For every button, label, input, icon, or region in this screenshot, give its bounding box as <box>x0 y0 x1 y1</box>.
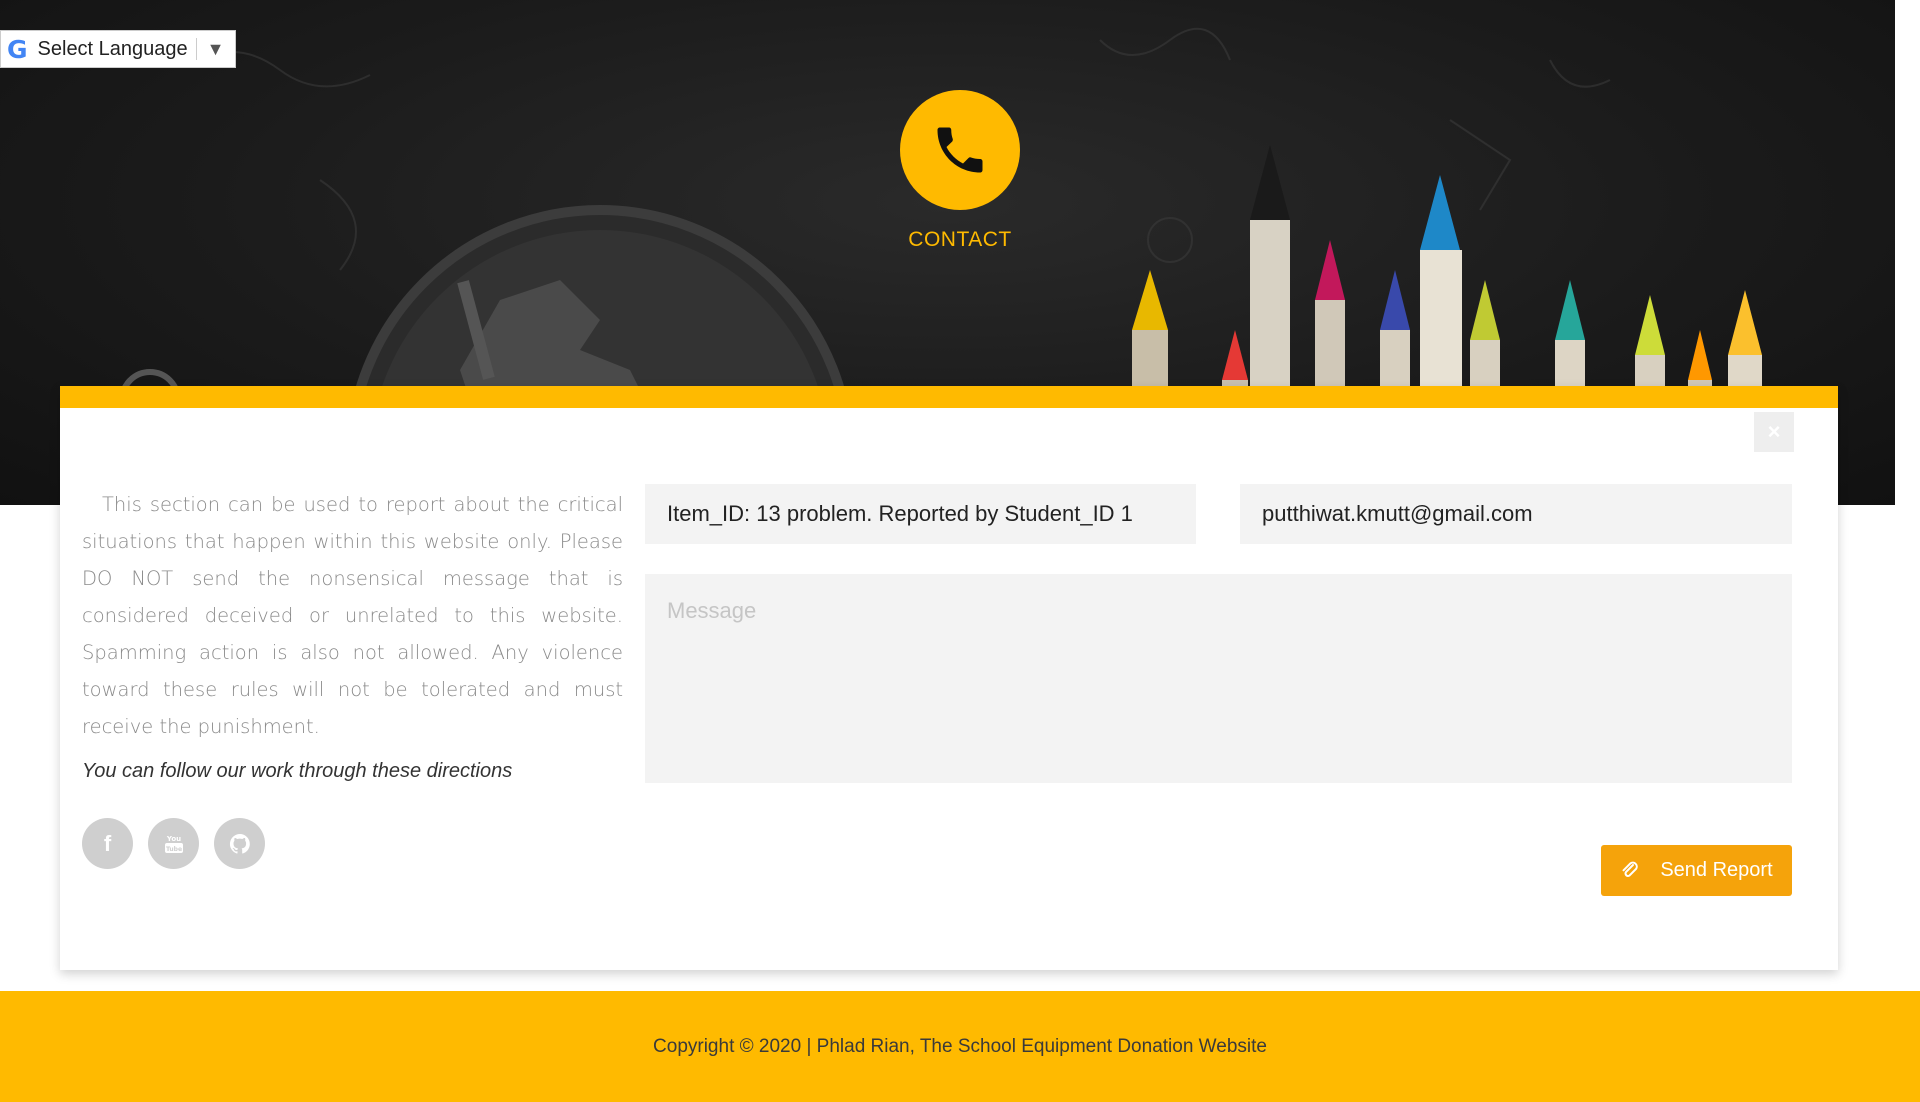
github-icon <box>229 833 250 854</box>
language-selector-label: Select Language <box>37 37 188 60</box>
youtube-icon: You Tube <box>164 835 183 853</box>
phone-icon-badge <box>900 90 1020 210</box>
send-report-button[interactable]: Send Report <box>1601 845 1792 896</box>
footer: Copyright © 2020 | Phlad Rian, The Schoo… <box>0 991 1920 1102</box>
scrollbar-track[interactable] <box>1895 0 1920 1102</box>
page-title: CONTACT <box>908 228 1012 251</box>
github-link[interactable] <box>214 818 265 869</box>
email-field[interactable]: putthiwat.kmutt@gmail.com <box>1240 484 1792 544</box>
facebook-icon: f <box>103 830 112 856</box>
subject-field[interactable]: Item_ID: 13 problem. Reported by Student… <box>645 484 1196 544</box>
subject-field-value: Item_ID: 13 problem. Reported by Student… <box>667 501 1133 526</box>
paperclip-icon <box>1622 861 1639 877</box>
close-button[interactable]: × <box>1754 412 1794 452</box>
language-selector[interactable]: G Select Language ▼ <box>0 30 236 68</box>
page: G Select Language ▼ CONTACT × This secti… <box>0 0 1920 1102</box>
google-logo-icon: G <box>7 34 28 64</box>
social-links: f You Tube <box>82 818 265 869</box>
email-field-value: putthiwat.kmutt@gmail.com <box>1262 501 1533 526</box>
send-report-label: Send Report <box>1660 859 1773 881</box>
svg-text:You: You <box>165 835 180 843</box>
report-card: × This section can be used to report abo… <box>60 386 1838 970</box>
facebook-link[interactable]: f <box>82 818 133 869</box>
phone-icon <box>937 127 983 173</box>
message-textarea[interactable]: Message <box>645 574 1792 783</box>
card-accent-bar <box>60 386 1838 408</box>
chevron-down-icon: ▼ <box>206 38 225 59</box>
report-description: This section can be used to report about… <box>82 493 623 738</box>
svg-text:Tube: Tube <box>165 846 181 853</box>
copyright-text: Copyright © 2020 | Phlad Rian, The Schoo… <box>653 1035 1267 1057</box>
divider <box>195 38 197 60</box>
message-placeholder: Message <box>667 598 757 623</box>
close-icon: × <box>1767 419 1781 444</box>
follow-text: You can follow our work through these di… <box>82 760 513 782</box>
youtube-link[interactable]: You Tube <box>148 818 199 869</box>
